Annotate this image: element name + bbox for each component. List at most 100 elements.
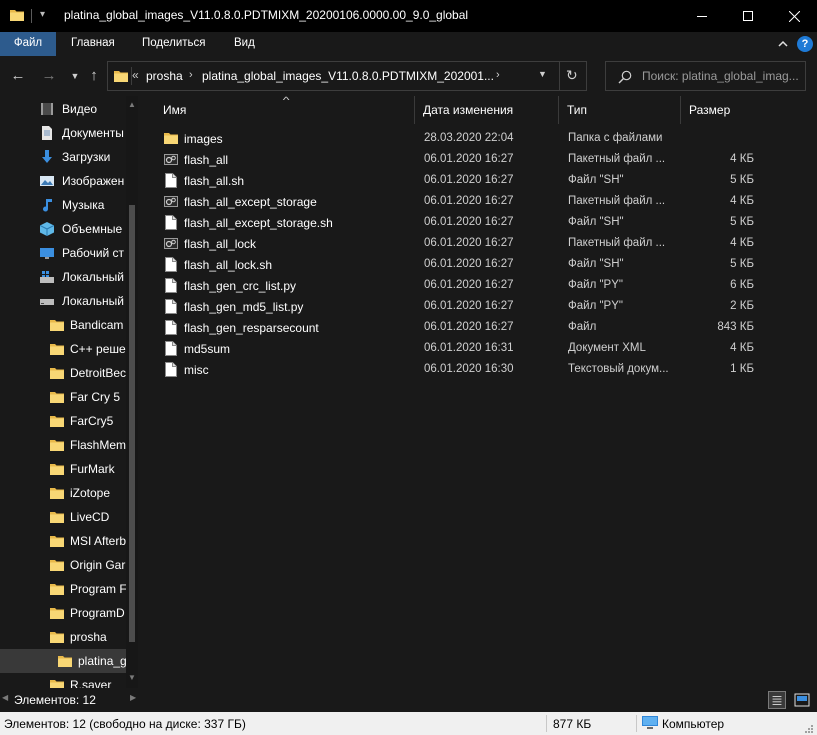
breadcrumb-segment[interactable]: platina_global_images_V11.0.8.0.PDTMIXM_… bbox=[202, 69, 494, 83]
scrollbar-thumb[interactable] bbox=[129, 205, 135, 642]
address-history-dropdown-icon[interactable]: ▼ bbox=[538, 69, 547, 79]
details-view-icon[interactable] bbox=[768, 691, 786, 709]
file-row[interactable]: flash_all_except_storage 06.01.2020 16:27… bbox=[164, 191, 764, 212]
help-icon[interactable]: ? bbox=[797, 36, 813, 52]
file-type: Файл "PY" bbox=[568, 279, 623, 291]
sidebar-horizontal-scrollbar[interactable]: ◀ Элементов: 12 ▶ bbox=[0, 688, 138, 712]
sidebar-item-desktop[interactable]: Рабочий ст bbox=[0, 241, 126, 265]
search-box[interactable] bbox=[605, 61, 806, 91]
sidebar-item-local-disk[interactable]: Локальный bbox=[0, 289, 126, 313]
sidebar-scrollbar[interactable]: ▲ ▼ bbox=[126, 96, 138, 688]
sidebar-item-label: Локальный bbox=[62, 270, 124, 284]
pictures-icon bbox=[40, 176, 54, 186]
sidebar-item-folder[interactable]: MSI Afterb bbox=[0, 529, 126, 553]
large-icons-view-icon[interactable] bbox=[793, 691, 811, 709]
file-name: images bbox=[184, 132, 223, 146]
tab-view[interactable]: Вид bbox=[222, 32, 267, 56]
sidebar-item-folder[interactable]: DetroitBec bbox=[0, 361, 126, 385]
sidebar-item-folder[interactable]: FarCry5 bbox=[0, 409, 126, 433]
status-location: Компьютер bbox=[662, 717, 725, 731]
file-row[interactable]: flash_all_lock 06.01.2020 16:27 Пакетный ф… bbox=[164, 233, 764, 254]
scroll-right-icon[interactable]: ▶ bbox=[130, 693, 136, 702]
column-header-type[interactable]: Тип bbox=[559, 96, 681, 124]
sidebar-item-folder[interactable]: R.saver bbox=[0, 673, 126, 688]
file-name: flash_all.sh bbox=[184, 174, 245, 188]
tab-file[interactable]: Файл bbox=[0, 32, 56, 56]
file-row[interactable]: images 28.03.2020 22:04 Папка с файлами bbox=[164, 128, 764, 149]
minimize-button[interactable] bbox=[679, 0, 725, 32]
file-row[interactable]: flash_gen_md5_list.py 06.01.2020 16:27 Фай… bbox=[164, 296, 764, 317]
file-row[interactable]: flash_all_except_storage.sh 06.01.2020 16… bbox=[164, 212, 764, 233]
sidebar-item-folder[interactable]: prosha bbox=[0, 625, 126, 649]
quick-access-dropdown-icon[interactable]: ▾ bbox=[40, 8, 50, 22]
tab-home[interactable]: Главная bbox=[59, 32, 127, 56]
column-header-size[interactable]: Размер bbox=[681, 96, 766, 124]
sidebar-item-documents[interactable]: Документы bbox=[0, 121, 126, 145]
up-arrow-icon[interactable]: ↑ bbox=[86, 68, 102, 84]
search-input[interactable] bbox=[642, 68, 802, 84]
sidebar-item-folder[interactable]: ProgramD bbox=[0, 601, 126, 625]
sidebar-item-folder[interactable]: Program F bbox=[0, 577, 126, 601]
sidebar-item-label: Музыка bbox=[62, 198, 105, 212]
sidebar-item-label: FurMark bbox=[70, 462, 115, 476]
address-bar[interactable]: « prosha › platina_global_images_V11.0.8… bbox=[107, 61, 587, 91]
close-icon bbox=[788, 10, 800, 22]
file-row[interactable]: flash_all.sh 06.01.2020 16:27 Файл "SH" 5 К… bbox=[164, 170, 764, 191]
sidebar-item-folder[interactable]: FurMark bbox=[0, 457, 126, 481]
title-separator bbox=[31, 9, 32, 23]
column-header-date[interactable]: Дата изменения bbox=[415, 96, 559, 124]
breadcrumb-segment[interactable]: prosha bbox=[146, 69, 183, 83]
folder-icon bbox=[50, 344, 64, 355]
sidebar-item-folder[interactable]: iZotope bbox=[0, 481, 126, 505]
scroll-down-icon[interactable]: ▼ bbox=[128, 673, 136, 682]
file-row[interactable]: md5sum 06.01.2020 16:31 Документ XML 4 КБ bbox=[164, 338, 764, 359]
file-icon bbox=[165, 257, 177, 272]
sidebar-item-pictures[interactable]: Изображен bbox=[0, 169, 126, 193]
recent-locations-chevron-icon[interactable]: ▼ bbox=[67, 68, 83, 84]
sidebar-item-label: Объемные bbox=[62, 222, 123, 236]
breadcrumb-chevron-icon[interactable]: › bbox=[189, 69, 193, 81]
column-header-name[interactable]: Имя bbox=[155, 96, 415, 124]
sidebar-item-label: MSI Afterb bbox=[70, 534, 126, 548]
breadcrumb-chevron-icon[interactable]: › bbox=[496, 69, 500, 81]
downloads-icon bbox=[42, 150, 52, 163]
file-name: flash_all bbox=[184, 153, 229, 167]
sidebar-item-folder[interactable]: Far Cry 5 bbox=[0, 385, 126, 409]
sidebar-item-music[interactable]: Музыка bbox=[0, 193, 126, 217]
close-button[interactable] bbox=[771, 0, 817, 32]
file-row[interactable]: flash_all_lock.sh 06.01.2020 16:27 Файл "S… bbox=[164, 254, 764, 275]
sidebar-item-video[interactable]: Видео bbox=[0, 97, 126, 121]
forward-arrow-icon[interactable]: → bbox=[41, 68, 57, 84]
sidebar-item-folder[interactable]: FlashMem bbox=[0, 433, 126, 457]
file-name: flash_all_except_storage.sh bbox=[184, 216, 333, 230]
back-arrow-icon[interactable]: ← bbox=[10, 68, 26, 84]
sidebar-item-local-disk-c[interactable]: Локальный bbox=[0, 265, 126, 289]
windows-drive-icon bbox=[40, 271, 54, 283]
sidebar-item-folder[interactable]: LiveCD bbox=[0, 505, 126, 529]
tab-share[interactable]: Поделиться bbox=[130, 32, 218, 56]
resize-grip-icon[interactable] bbox=[804, 724, 814, 734]
file-icon bbox=[165, 215, 177, 230]
sidebar-item-label: prosha bbox=[70, 630, 107, 644]
address-overflow-icon[interactable]: « bbox=[132, 68, 139, 82]
column-header-row: Имя Дата изменения Тип Размер bbox=[146, 96, 766, 124]
sidebar-item-3d-objects[interactable]: Объемные bbox=[0, 217, 126, 241]
maximize-button[interactable] bbox=[725, 0, 771, 32]
file-row[interactable]: misc 06.01.2020 16:30 Текстовый докум... 1 … bbox=[164, 359, 764, 380]
file-row[interactable]: flash_gen_resparsecount 06.01.2020 16:27 Ф… bbox=[164, 317, 764, 338]
sidebar-item-folder[interactable]: C++ реше bbox=[0, 337, 126, 361]
sidebar-item-label: Локальный bbox=[62, 294, 124, 308]
scroll-left-icon[interactable]: ◀ bbox=[2, 693, 8, 702]
file-row[interactable]: flash_all 06.01.2020 16:27 Пакетный файл .… bbox=[164, 149, 764, 170]
file-type: Текстовый докум... bbox=[568, 363, 669, 375]
status-divider bbox=[636, 715, 637, 732]
ribbon-expand-chevron-icon[interactable] bbox=[776, 37, 790, 51]
file-size: 5 КБ bbox=[730, 258, 754, 270]
sidebar-item-downloads[interactable]: Загрузки bbox=[0, 145, 126, 169]
file-row[interactable]: flash_gen_crc_list.py 06.01.2020 16:27 Фай… bbox=[164, 275, 764, 296]
refresh-icon[interactable]: ↻ bbox=[566, 67, 578, 84]
scroll-up-icon[interactable]: ▲ bbox=[128, 100, 136, 109]
sidebar-item-folder[interactable]: Bandicam bbox=[0, 313, 126, 337]
sidebar-item-current-folder[interactable]: platina_g bbox=[0, 649, 126, 673]
sidebar-item-folder[interactable]: Origin Gar bbox=[0, 553, 126, 577]
